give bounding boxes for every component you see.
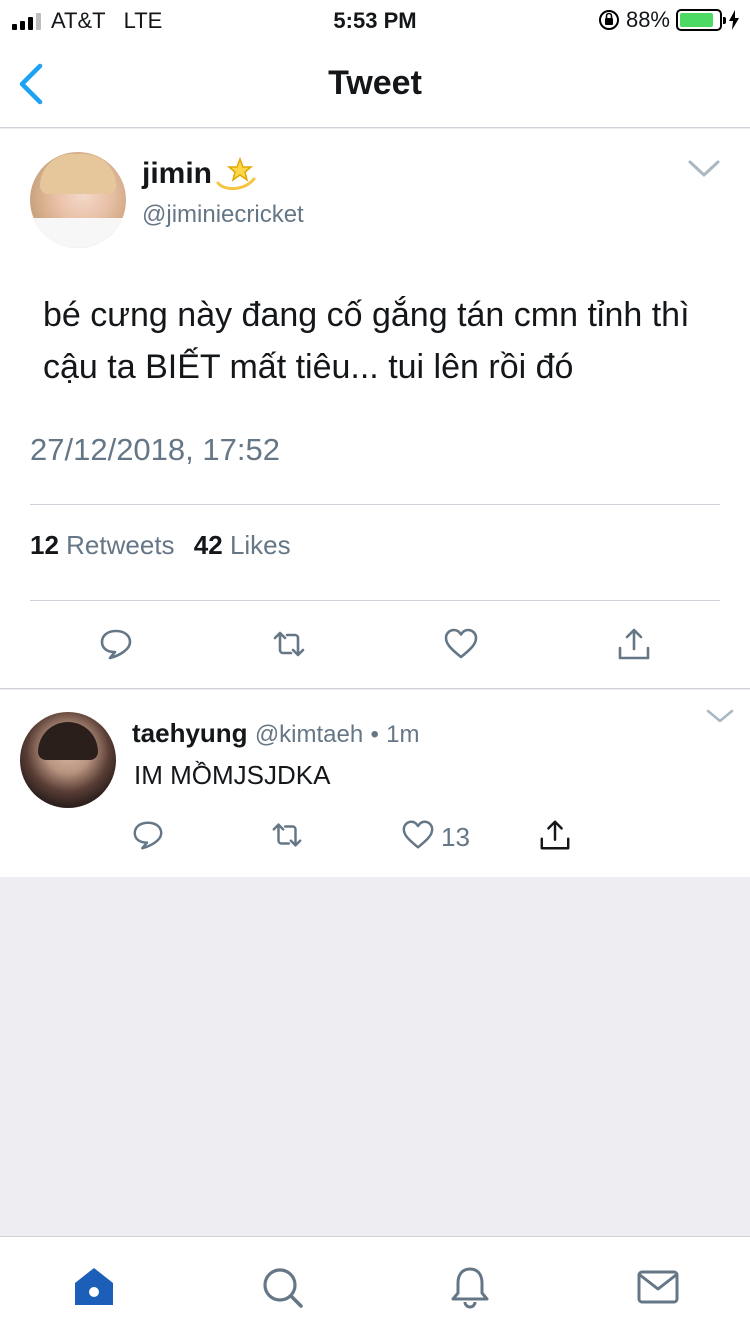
author-name[interactable]: jimin [142, 157, 212, 191]
status-right: 88% [598, 7, 740, 33]
reply-time: 1m [386, 721, 420, 748]
chevron-down-icon[interactable] [706, 708, 734, 724]
share-icon[interactable] [538, 818, 572, 852]
status-bar: AT&T LTE 5:53 PM 88% [0, 0, 750, 40]
retweet-icon[interactable] [270, 818, 304, 852]
like-icon[interactable] [443, 626, 479, 662]
main-tweet: jimin @jiminiecricket bé cưng này đang c… [0, 129, 750, 689]
charging-bolt-icon [729, 10, 739, 30]
retweet-count[interactable]: 12 [30, 530, 59, 560]
divider [30, 600, 720, 601]
like-label[interactable]: Likes [230, 530, 291, 560]
like-icon[interactable] [401, 818, 435, 852]
page-title: Tweet [328, 64, 422, 102]
search-icon[interactable] [260, 1265, 304, 1309]
retweet-label[interactable]: Retweets [66, 530, 174, 560]
retweet-icon[interactable] [271, 626, 307, 662]
reply-separator: • [370, 721, 379, 748]
tweet-stats: 12 Retweets 42 Likes [30, 530, 291, 561]
tweet-text: bé cưng này đang cố gắng tán cmn tỉnh th… [43, 296, 690, 386]
reply-icon[interactable] [131, 818, 165, 852]
chevron-down-icon[interactable] [688, 159, 720, 179]
author-handle[interactable]: @jiminiecricket [142, 201, 304, 229]
reply-author-handle[interactable]: @kimtaeh [255, 721, 363, 748]
tab-bar [0, 1236, 750, 1334]
tweet-timestamp: 27/12/2018, 17:52 [30, 432, 280, 467]
reply-header: taehyung @kimtaeh • 1m [132, 718, 419, 749]
dizzy-star-icon [216, 156, 256, 190]
reply-like-count: 13 [441, 822, 470, 852]
avatar[interactable] [20, 712, 116, 808]
reply-icon[interactable] [98, 626, 134, 662]
orientation-lock-icon [598, 10, 619, 30]
divider [30, 504, 720, 505]
reply-text: IM MỒMJSJDKA [134, 760, 331, 790]
share-icon[interactable] [616, 626, 652, 662]
home-icon[interactable] [72, 1265, 116, 1309]
like-count[interactable]: 42 [194, 530, 223, 560]
battery-percent: 88% [625, 7, 670, 32]
reply-author-name[interactable]: taehyung [132, 718, 248, 748]
messages-icon[interactable] [636, 1265, 680, 1309]
notifications-icon[interactable] [448, 1265, 492, 1309]
navigation-bar: Tweet [0, 40, 750, 128]
battery-icon [676, 9, 726, 31]
reply-tweet[interactable]: taehyung @kimtaeh • 1m IM MỒMJSJDKA 13 [0, 690, 750, 877]
avatar[interactable] [30, 152, 126, 248]
